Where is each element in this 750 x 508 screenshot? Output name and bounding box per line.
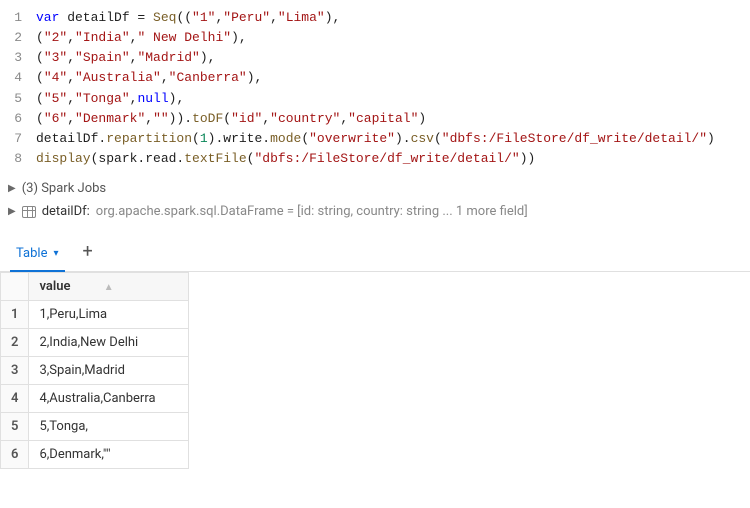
cell-value: 3,Spain,Madrid	[29, 357, 189, 385]
line-number: 6	[0, 109, 36, 129]
cell-value: 1,Peru,Lima	[29, 301, 189, 329]
code-content[interactable]: detailDf.repartition(1).write.mode("over…	[36, 129, 715, 149]
line-number: 2	[0, 28, 36, 48]
column-header-value[interactable]: value ▲	[29, 273, 189, 301]
cell-value: 4,Australia,Canberra	[29, 385, 189, 413]
column-header-label: value	[39, 279, 70, 294]
table-row[interactable]: 33,Spain,Madrid	[1, 357, 189, 385]
table-row[interactable]: 55,Tonga,	[1, 413, 189, 441]
table-row[interactable]: 66,Denmark,""	[1, 441, 189, 469]
dataframe-info-row[interactable]: ▶ detailDf: org.apache.spark.sql.DataFra…	[0, 200, 750, 223]
row-index: 6	[1, 441, 29, 469]
cell-value: 5,Tonga,	[29, 413, 189, 441]
code-content[interactable]: ("5","Tonga",null),	[36, 89, 184, 109]
code-line[interactable]: 1var detailDf = Seq(("1","Peru","Lima"),	[0, 8, 750, 28]
dataframe-var: detailDf:	[42, 204, 90, 219]
table-row[interactable]: 44,Australia,Canberra	[1, 385, 189, 413]
chevron-down-icon[interactable]: ▾	[53, 248, 58, 259]
table-row[interactable]: 11,Peru,Lima	[1, 301, 189, 329]
row-index: 2	[1, 329, 29, 357]
expand-icon[interactable]: ▶	[8, 183, 16, 194]
code-content[interactable]: ("6","Denmark","")).toDF("id","country",…	[36, 109, 426, 129]
row-index: 3	[1, 357, 29, 385]
row-index: 4	[1, 385, 29, 413]
tab-table[interactable]: Table ▾	[10, 238, 65, 271]
code-content[interactable]: var detailDf = Seq(("1","Peru","Lima"),	[36, 8, 340, 28]
code-content[interactable]: display(spark.read.textFile("dbfs:/FileS…	[36, 149, 535, 169]
line-number: 8	[0, 149, 36, 169]
line-number: 7	[0, 129, 36, 149]
code-line[interactable]: 2("2","India"," New Delhi"),	[0, 28, 750, 48]
code-content[interactable]: ("4","Australia","Canberra"),	[36, 68, 262, 88]
add-tab-button[interactable]: +	[73, 237, 103, 271]
row-index: 1	[1, 301, 29, 329]
code-line[interactable]: 8display(spark.read.textFile("dbfs:/File…	[0, 149, 750, 169]
result-tabs: Table ▾ +	[0, 237, 750, 272]
line-number: 1	[0, 8, 36, 28]
row-index: 5	[1, 413, 29, 441]
cell-value: 2,India,New Delhi	[29, 329, 189, 357]
row-index-header[interactable]	[1, 273, 29, 301]
line-number: 5	[0, 89, 36, 109]
sort-icon[interactable]: ▲	[104, 282, 114, 293]
tab-label: Table	[16, 246, 47, 261]
code-editor[interactable]: 1var detailDf = Seq(("1","Peru","Lima"),…	[0, 0, 750, 177]
code-line[interactable]: 3("3","Spain","Madrid"),	[0, 48, 750, 68]
cell-value: 6,Denmark,""	[29, 441, 189, 469]
code-line[interactable]: 5("5","Tonga",null),	[0, 89, 750, 109]
code-line[interactable]: 6("6","Denmark","")).toDF("id","country"…	[0, 109, 750, 129]
spark-jobs-label: (3) Spark Jobs	[22, 181, 106, 196]
dataframe-signature: org.apache.spark.sql.DataFrame = [id: st…	[96, 204, 528, 219]
result-table: value ▲ 11,Peru,Lima22,India,New Delhi33…	[0, 272, 189, 469]
dataframe-icon	[22, 206, 36, 218]
line-number: 4	[0, 68, 36, 88]
line-number: 3	[0, 48, 36, 68]
expand-icon[interactable]: ▶	[8, 206, 16, 217]
spark-jobs-row[interactable]: ▶ (3) Spark Jobs	[0, 177, 750, 200]
table-row[interactable]: 22,India,New Delhi	[1, 329, 189, 357]
code-content[interactable]: ("3","Spain","Madrid"),	[36, 48, 215, 68]
code-content[interactable]: ("2","India"," New Delhi"),	[36, 28, 247, 48]
code-line[interactable]: 4("4","Australia","Canberra"),	[0, 68, 750, 88]
code-line[interactable]: 7detailDf.repartition(1).write.mode("ove…	[0, 129, 750, 149]
